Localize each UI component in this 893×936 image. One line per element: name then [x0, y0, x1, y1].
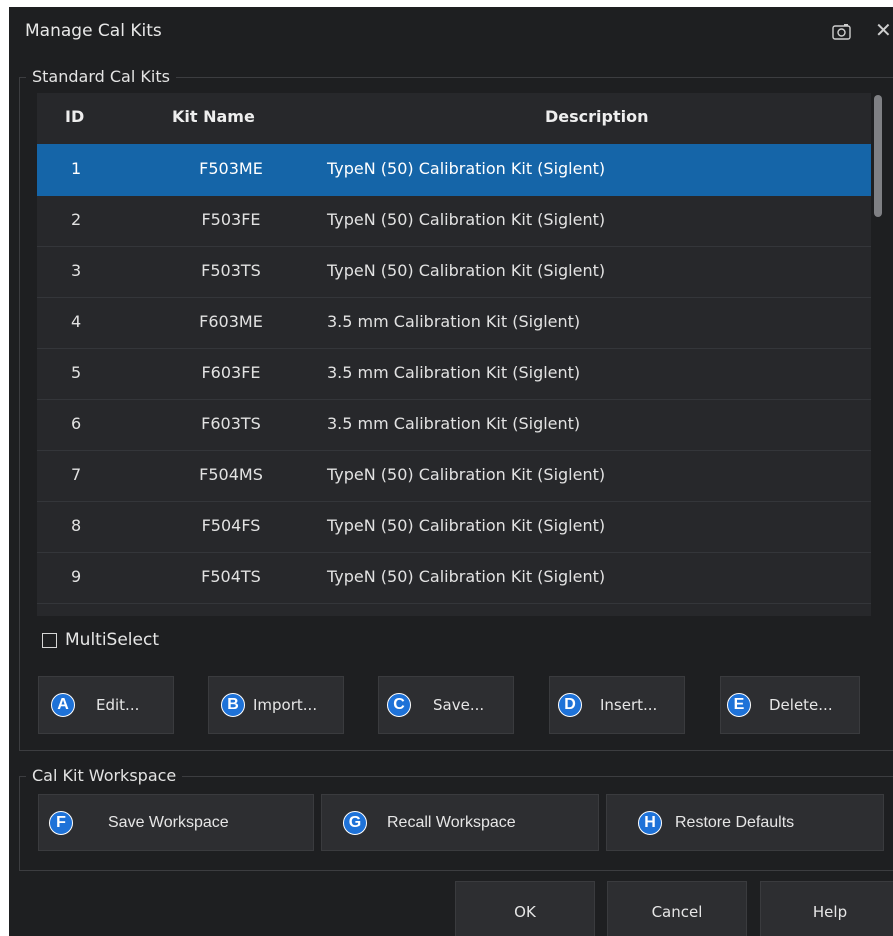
window-title: Manage Cal Kits: [25, 21, 162, 41]
row-kit-name: F504TS: [201, 567, 261, 586]
row-description: 3.5 mm Calibration Kit (Siglent): [327, 363, 581, 382]
save-workspace-label: Save Workspace: [108, 813, 229, 831]
row-description: TypeN (50) Calibration Kit (Siglent): [327, 465, 606, 484]
save-workspace-button[interactable]: F Save Workspace: [38, 794, 314, 851]
row-id: 1: [71, 159, 82, 178]
edit-button[interactable]: A Edit...: [38, 676, 174, 734]
callout-marker-e: E: [727, 693, 751, 717]
row-description: 3.5 mm Calibration Kit (Siglent): [327, 312, 581, 331]
table-row[interactable]: 6 F603TS 3.5 mm Calibration Kit (Siglent…: [37, 399, 871, 451]
callout-marker-f: F: [49, 811, 73, 835]
table-header: ID Kit Name Description: [37, 93, 871, 144]
table-row[interactable]: 7 F504MS TypeN (50) Calibration Kit (Sig…: [37, 450, 871, 502]
cal-kit-workspace-title: Cal Kit Workspace: [26, 765, 183, 787]
camera-icon[interactable]: [832, 23, 851, 40]
help-button[interactable]: Help: [760, 881, 893, 936]
table-scrollbar[interactable]: [871, 93, 885, 616]
row-description: 3.5 mm Calibration Kit (Siglent): [327, 414, 581, 433]
restore-defaults-label: Restore Defaults: [675, 813, 795, 831]
ok-button[interactable]: OK: [455, 881, 595, 936]
row-kit-name: F503ME: [199, 159, 263, 178]
table-row[interactable]: 3 F503TS TypeN (50) Calibration Kit (Sig…: [37, 246, 871, 298]
row-id: 7: [71, 465, 82, 484]
table-row[interactable]: 5 F603FE 3.5 mm Calibration Kit (Siglent…: [37, 348, 871, 400]
manage-cal-kits-dialog: Manage Cal Kits ✕ Standard Cal Kits ID K…: [9, 7, 893, 936]
save-button-label: Save...: [433, 696, 485, 714]
callout-marker-a: A: [51, 693, 75, 717]
scrollbar-thumb[interactable]: [874, 95, 882, 217]
row-description: TypeN (50) Calibration Kit (Siglent): [327, 567, 606, 586]
callout-marker-d: D: [558, 693, 582, 717]
row-kit-name: F503FE: [201, 210, 261, 229]
cal-kit-table: ID Kit Name Description 1 F503ME TypeN (…: [37, 93, 871, 616]
column-header-kit-name[interactable]: Kit Name: [172, 107, 255, 126]
table-row[interactable]: 2 F503FE TypeN (50) Calibration Kit (Sig…: [37, 195, 871, 247]
edit-button-label: Edit...: [96, 696, 140, 714]
row-description: TypeN (50) Calibration Kit (Siglent): [327, 516, 606, 535]
insert-button[interactable]: D Insert...: [549, 676, 685, 734]
row-kit-name: F504MS: [199, 465, 263, 484]
row-kit-name: F503TS: [201, 261, 261, 280]
ok-button-label: OK: [514, 903, 536, 921]
row-kit-name: F603TS: [201, 414, 261, 433]
import-button[interactable]: B Import...: [208, 676, 344, 734]
table-row[interactable]: 8 F504FS TypeN (50) Calibration Kit (Sig…: [37, 501, 871, 553]
row-description: TypeN (50) Calibration Kit (Siglent): [327, 210, 606, 229]
row-description: TypeN (50) Calibration Kit (Siglent): [327, 159, 606, 178]
callout-marker-h: H: [638, 811, 662, 835]
column-header-description[interactable]: Description: [545, 107, 648, 126]
row-id: 5: [71, 363, 82, 382]
recall-workspace-button[interactable]: G Recall Workspace: [321, 794, 599, 851]
callout-marker-b: B: [221, 693, 245, 717]
row-id: 8: [71, 516, 82, 535]
multiselect-label: MultiSelect: [65, 630, 159, 650]
row-kit-name: F603FE: [201, 363, 261, 382]
title-bar: Manage Cal Kits ✕: [9, 7, 893, 57]
row-id: 9: [71, 567, 82, 586]
table-row[interactable]: 4 F603ME 3.5 mm Calibration Kit (Siglent…: [37, 297, 871, 349]
cancel-button[interactable]: Cancel: [607, 881, 747, 936]
row-id: 2: [71, 210, 82, 229]
close-icon[interactable]: ✕: [875, 19, 892, 41]
save-button[interactable]: C Save...: [378, 676, 514, 734]
row-id: 6: [71, 414, 82, 433]
help-button-label: Help: [812, 903, 848, 921]
row-description: TypeN (50) Calibration Kit (Siglent): [327, 261, 606, 280]
table-row[interactable]: 9 F504TS TypeN (50) Calibration Kit (Sig…: [37, 552, 871, 604]
callout-marker-g: G: [343, 811, 367, 835]
restore-defaults-button[interactable]: H Restore Defaults: [606, 794, 884, 851]
row-id: 3: [71, 261, 82, 280]
recall-workspace-label: Recall Workspace: [387, 813, 516, 831]
checkbox-icon[interactable]: [42, 633, 57, 648]
callout-marker-c: C: [387, 693, 411, 717]
standard-cal-kits-title: Standard Cal Kits: [26, 66, 176, 88]
row-kit-name: F504FS: [201, 516, 261, 535]
row-id: 4: [71, 312, 82, 331]
import-button-label: Import...: [253, 696, 318, 714]
insert-button-label: Insert...: [600, 696, 658, 714]
row-kit-name: F603ME: [199, 312, 263, 331]
column-header-id[interactable]: ID: [65, 107, 84, 126]
cancel-button-label: Cancel: [651, 903, 703, 921]
delete-button[interactable]: E Delete...: [720, 676, 860, 734]
table-row[interactable]: 1 F503ME TypeN (50) Calibration Kit (Sig…: [37, 144, 871, 196]
delete-button-label: Delete...: [769, 696, 833, 714]
